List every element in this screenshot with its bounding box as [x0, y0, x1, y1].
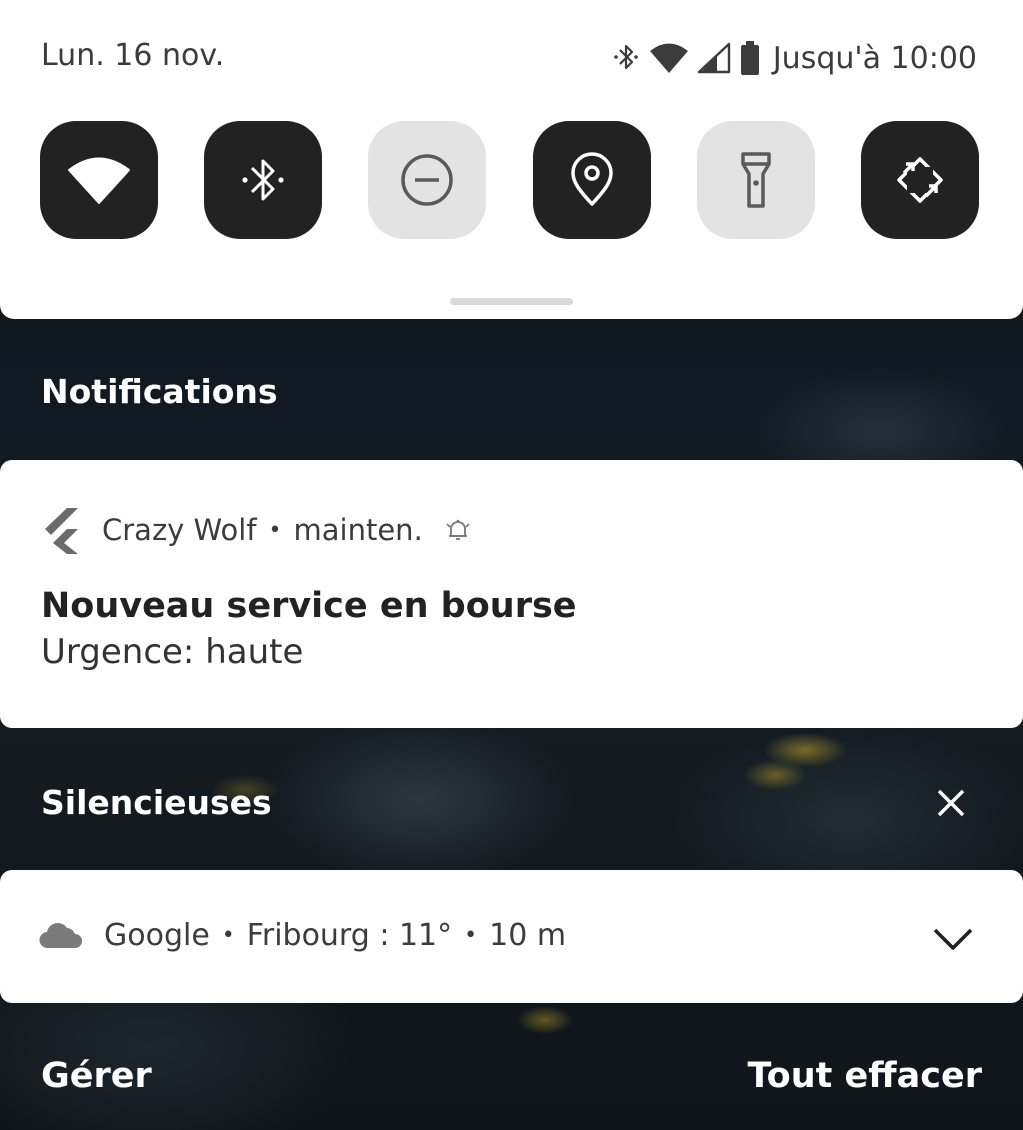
flutter-logo-icon — [45, 508, 78, 554]
battery-icon — [740, 41, 759, 75]
dismiss-silent-button[interactable] — [936, 788, 966, 818]
auto-rotate-icon — [897, 157, 943, 203]
separator-dot: • — [268, 517, 282, 543]
bluetooth-icon — [614, 44, 638, 70]
notification-title: Nouveau service en bourse — [41, 586, 577, 626]
flashlight-icon — [741, 152, 771, 208]
bluetooth-icon — [242, 159, 284, 201]
wifi-icon — [68, 157, 130, 204]
silent-notification-card[interactable]: Google • Fribourg : 11° • 10 m — [0, 870, 1023, 1003]
clear-all-button[interactable]: Tout effacer — [747, 1056, 982, 1096]
notification-header: Crazy Wolf • mainten. — [40, 506, 473, 554]
notification-time: 10 m — [489, 918, 567, 953]
cloud-icon — [39, 922, 82, 948]
alert-bell-icon — [446, 519, 470, 540]
tile-location[interactable] — [533, 121, 651, 239]
chevron-down-icon[interactable] — [932, 926, 974, 952]
silent-section-title: Silencieuses — [41, 783, 272, 822]
separator-dot: • — [464, 923, 478, 948]
app-name: Google — [104, 918, 210, 953]
notifications-section-title: Notifications — [41, 372, 278, 411]
tile-flashlight[interactable] — [697, 121, 815, 239]
battery-estimate: Jusqu'à 10:00 — [772, 40, 977, 76]
location-icon — [571, 152, 613, 206]
app-name: Crazy Wolf — [102, 513, 257, 547]
signal-icon — [697, 42, 731, 74]
quick-settings-panel: Lun. 16 nov. Jusqu'à 10:00 — [0, 0, 1023, 319]
tile-auto-rotate[interactable] — [861, 121, 979, 239]
separator-dot: • — [221, 923, 235, 948]
notification-time: mainten. — [293, 513, 423, 547]
notification-summary: Fribourg : 11° — [246, 918, 453, 953]
notification-card[interactable]: Crazy Wolf • mainten. Nouveau service en… — [0, 460, 1023, 728]
tile-wifi[interactable] — [40, 121, 158, 239]
quick-settings-tiles — [40, 121, 980, 239]
manage-button[interactable]: Gérer — [41, 1056, 152, 1096]
wifi-status-icon — [649, 43, 688, 73]
notification-text: Urgence: haute — [41, 632, 304, 672]
date-label: Lun. 16 nov. — [41, 38, 225, 73]
do-not-disturb-icon — [401, 154, 453, 206]
silent-notification-row: Google • Fribourg : 11° • 10 m — [38, 918, 566, 953]
status-icons: Jusqu'à 10:00 — [611, 38, 977, 78]
drag-handle[interactable] — [450, 298, 573, 305]
tile-bluetooth[interactable] — [204, 121, 322, 239]
tile-do-not-disturb[interactable] — [368, 121, 486, 239]
